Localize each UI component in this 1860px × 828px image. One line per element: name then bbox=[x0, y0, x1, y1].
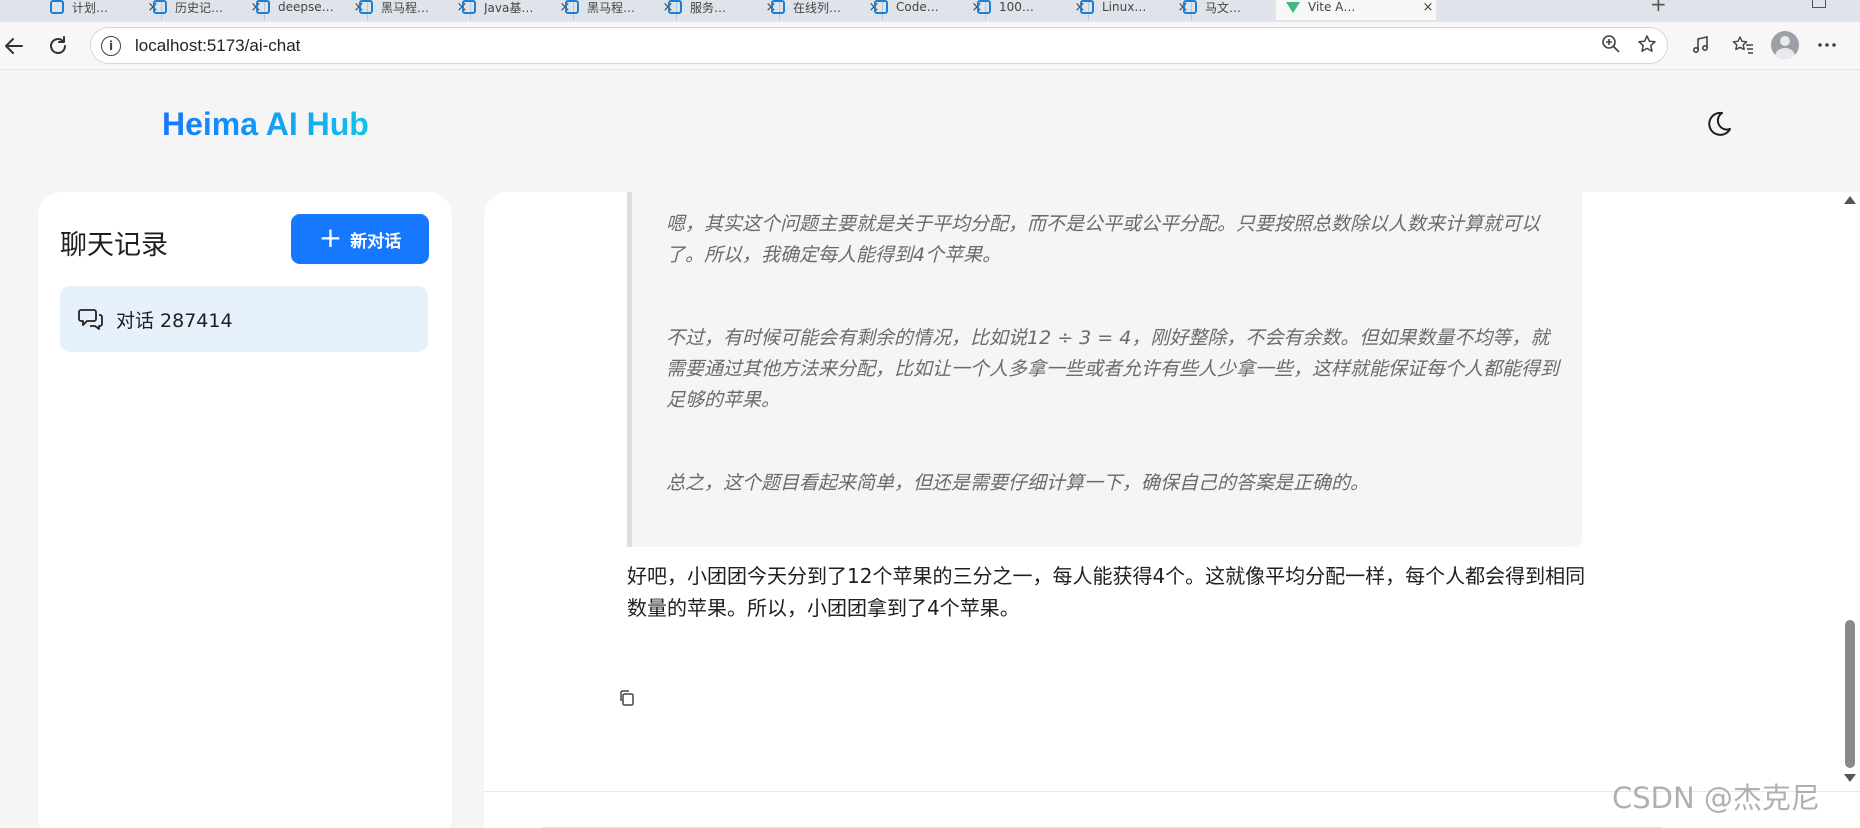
tab-favicon-icon bbox=[874, 0, 888, 14]
tab-favicon-icon bbox=[256, 0, 270, 14]
csdn-watermark: CSDN @杰克尼 bbox=[1612, 781, 1820, 815]
new-chat-button[interactable]: + 新对话 bbox=[291, 214, 429, 264]
tab-close-icon[interactable]: × bbox=[1420, 0, 1436, 15]
copy-button[interactable] bbox=[618, 689, 640, 711]
window-restore-icon[interactable] bbox=[1812, 0, 1826, 8]
tab-favicon-icon bbox=[668, 0, 682, 14]
media-icon[interactable] bbox=[1686, 30, 1716, 60]
tab-favicon-icon bbox=[359, 0, 373, 14]
more-menu-icon[interactable] bbox=[1812, 30, 1842, 60]
theme-toggle-button[interactable] bbox=[1700, 106, 1736, 142]
profile-avatar[interactable] bbox=[1770, 30, 1800, 60]
chat-bubbles-icon bbox=[78, 309, 103, 330]
app-logo[interactable]: Heima AI Hub bbox=[162, 106, 369, 143]
new-chat-label: 新对话 bbox=[350, 231, 402, 252]
scroll-down-arrow-icon[interactable] bbox=[1844, 774, 1856, 782]
conversation-item[interactable]: 对话 287414 bbox=[60, 286, 428, 352]
favorite-star-icon[interactable] bbox=[1637, 34, 1657, 59]
tab-favicon-icon bbox=[565, 0, 579, 14]
sidebar-title: 聊天记录 bbox=[60, 230, 168, 261]
back-arrow-icon[interactable] bbox=[0, 32, 28, 60]
new-tab-button[interactable]: + bbox=[1650, 0, 1667, 16]
tab-favicon-icon bbox=[977, 0, 991, 14]
conversation-label: 对话 287414 bbox=[116, 309, 233, 332]
avatar-icon bbox=[1771, 31, 1799, 59]
tab-favicon-icon bbox=[1080, 0, 1094, 14]
zoom-icon[interactable] bbox=[1601, 34, 1621, 59]
scroll-up-arrow-icon[interactable] bbox=[1844, 196, 1856, 204]
browser-toolbar: i localhost:5173/ai-chat bbox=[0, 22, 1860, 70]
reasoning-paragraph: 嗯，其实这个问题主要就是关于平均分配，而不是公平或公平分配。只要按照总数除以人数… bbox=[666, 213, 1541, 266]
moon-icon bbox=[1708, 111, 1731, 136]
reasoning-paragraph: 不过，有时候可能会有剩余的情况，比如说12 ÷ 3 = 4，刚好整除，不会有余数… bbox=[666, 327, 1560, 411]
chat-history-sidebar: 聊天记录 + 新对话 对话 287414 bbox=[38, 192, 452, 828]
address-bar[interactable]: i localhost:5173/ai-chat bbox=[90, 27, 1668, 64]
reload-icon[interactable] bbox=[44, 32, 72, 60]
tab-favicon-icon bbox=[462, 0, 476, 14]
reasoning-block: 嗯，其实这个问题主要就是关于平均分配，而不是公平或公平分配。只要按照总数除以人数… bbox=[627, 192, 1582, 547]
tab-favicon-icon bbox=[153, 0, 167, 14]
tab-favicon-icon bbox=[771, 0, 785, 14]
url-text[interactable]: localhost:5173/ai-chat bbox=[135, 36, 300, 56]
assistant-answer: 好吧，小团团今天分到了12个苹果的三分之一，每人能获得4个。这就像平均分配一样，… bbox=[627, 564, 1586, 620]
reasoning-paragraph: 总之，这个题目看起来简单，但还是需要仔细计算一下，确保自己的答案是正确的。 bbox=[666, 472, 1370, 494]
vite-favicon-icon bbox=[1286, 1, 1300, 13]
browser-tab-strip: 计划… × 历史记… × deepse… × 黑马程… × Java基… × 黑马程… × … bbox=[0, 0, 1860, 22]
tab-favicon-icon bbox=[1183, 0, 1197, 14]
site-info-icon[interactable]: i bbox=[101, 35, 121, 56]
chat-scrollbar[interactable] bbox=[1843, 196, 1857, 782]
favorites-list-icon[interactable] bbox=[1728, 30, 1758, 60]
app-header: Heima AI Hub bbox=[115, 70, 1745, 182]
plus-icon: + bbox=[318, 220, 343, 254]
copy-icon bbox=[620, 690, 634, 706]
scroll-thumb[interactable] bbox=[1845, 620, 1855, 768]
chat-panel: 嗯，其实这个问题主要就是关于平均分配，而不是公平或公平分配。只要按照总数除以人数… bbox=[484, 192, 1860, 828]
browser-tab-active[interactable]: Vite A… × bbox=[1276, 0, 1436, 20]
tab-favicon-icon bbox=[50, 0, 64, 14]
